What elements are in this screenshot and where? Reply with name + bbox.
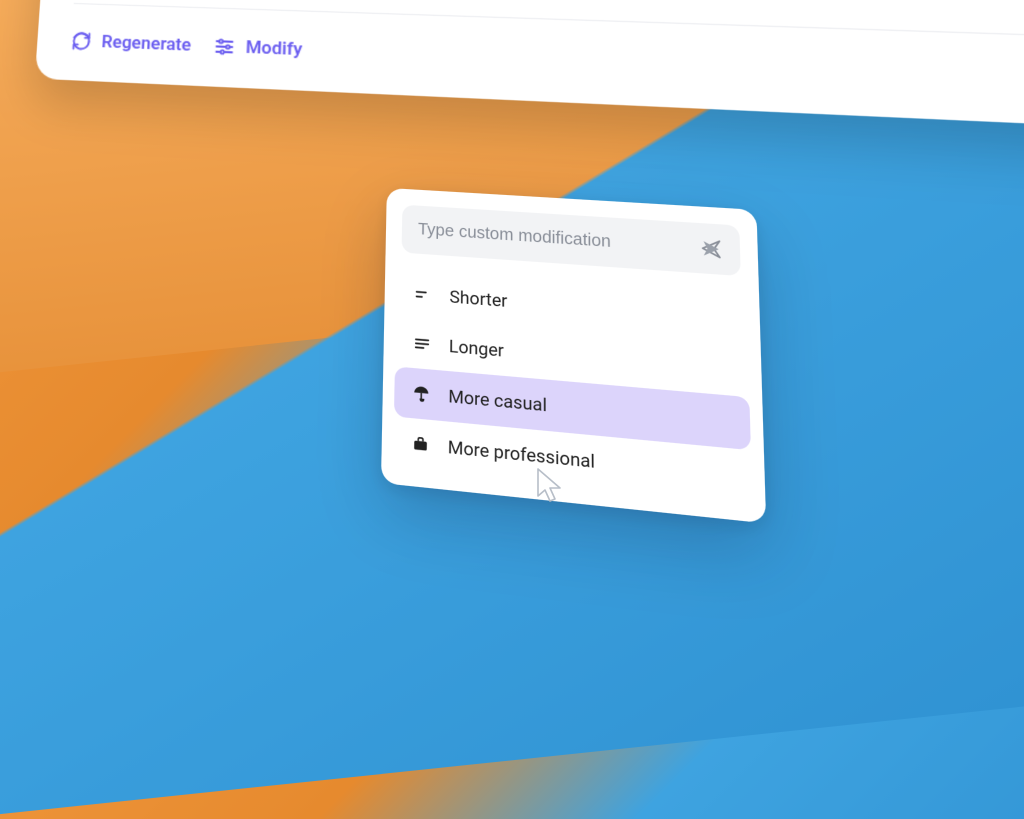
option-more-casual-label: More casual — [448, 385, 547, 416]
modify-options-list: Shorter Longer — [381, 261, 766, 524]
custom-modification-input[interactable] — [418, 220, 700, 257]
option-shorter-label: Shorter — [449, 286, 507, 312]
modify-label: Modify — [245, 37, 302, 60]
option-more-professional-label: More professional — [448, 436, 595, 473]
briefcase-icon — [410, 432, 432, 456]
option-longer-label: Longer — [449, 335, 504, 361]
modify-button[interactable]: Modify — [214, 36, 303, 61]
regenerate-label: Regenerate — [101, 32, 192, 56]
refresh-icon — [71, 31, 92, 52]
short-lines-icon — [412, 283, 433, 306]
send-icon[interactable] — [700, 237, 723, 260]
umbrella-icon — [411, 382, 432, 405]
sliders-icon — [214, 36, 236, 58]
modify-dropdown: Shorter Longer — [381, 188, 766, 524]
long-lines-icon — [411, 332, 432, 355]
regenerate-button[interactable]: Regenerate — [71, 31, 192, 56]
